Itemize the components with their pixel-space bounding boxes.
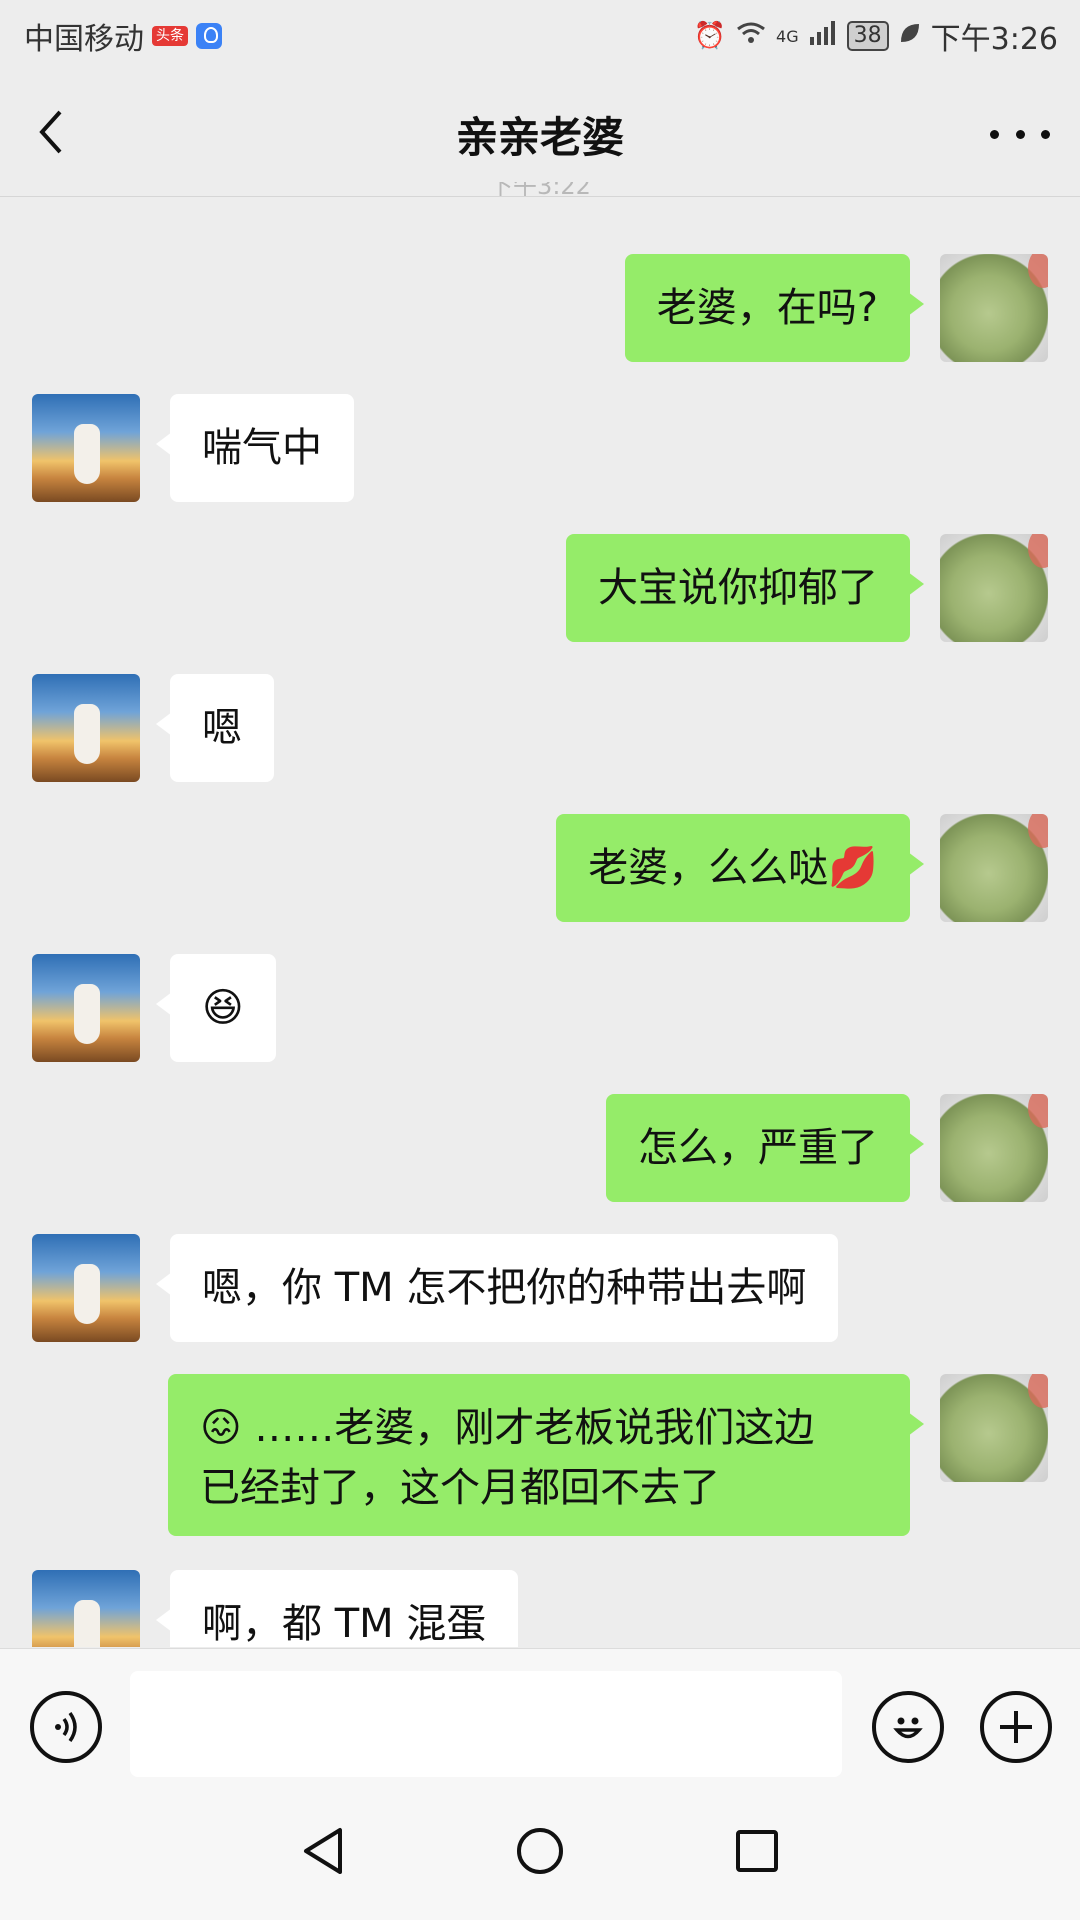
smiley-icon (893, 1717, 923, 1739)
toutiao-badge: 头条 (152, 26, 188, 46)
chat-title: 亲亲老婆 (455, 113, 624, 162)
voice-icon (55, 1711, 77, 1743)
status-right: ⏰ 4G 38 下午3:26 (694, 14, 1058, 58)
system-navigation (0, 1780, 1080, 1920)
message-input[interactable] (130, 1671, 842, 1777)
contact-avatar[interactable] (32, 1570, 140, 1647)
network-type: 4G (776, 26, 799, 46)
message-bubble[interactable]: 啊，都 TM 混蛋 (155, 1570, 519, 1647)
emoji-button[interactable] (872, 1691, 944, 1763)
leaf-icon (899, 21, 921, 51)
signal-icon (809, 20, 837, 52)
chat-list[interactable]: 老婆，在吗? 喘气中 大宝说你抑郁了 嗯 老婆，么么哒💋 😆 怎么，严重了 嗯，… (0, 197, 1080, 1647)
message-bubble[interactable]: 大宝说你抑郁了 (566, 534, 924, 642)
status-time: 下午3:26 (930, 22, 1058, 57)
more-dot (1015, 129, 1025, 139)
message-bubble[interactable]: 怎么，严重了 (606, 1094, 924, 1202)
contact-avatar[interactable] (32, 674, 140, 782)
carrier-name: 中国移动 (24, 22, 144, 57)
chat-header: 亲亲老婆 (0, 66, 1080, 197)
battery-level: 38 (846, 21, 889, 51)
message-bubble[interactable]: 喘气中 (156, 394, 354, 502)
system-recents-button[interactable] (722, 1816, 792, 1886)
plus-icon (1000, 1711, 1032, 1743)
more-dot (1041, 129, 1050, 139)
my-avatar[interactable] (940, 1094, 1048, 1202)
more-button[interactable] (990, 114, 1050, 154)
contact-avatar[interactable] (32, 394, 140, 502)
partial-timestamp: 下午3:22 (489, 182, 591, 196)
status-left: 中国移动 头条 (24, 14, 222, 58)
contact-avatar[interactable] (32, 954, 140, 1062)
system-back-button[interactable] (290, 1816, 360, 1886)
square-recents-icon (736, 1830, 778, 1872)
wifi-icon (736, 21, 766, 52)
message-bubble[interactable]: 😆 (156, 954, 276, 1062)
bulb-app-icon (196, 23, 222, 49)
my-avatar[interactable] (940, 814, 1048, 922)
input-bar (0, 1648, 1080, 1781)
contact-avatar[interactable] (32, 1234, 140, 1342)
voice-button[interactable] (30, 1691, 102, 1763)
alarm-icon: ⏰ (693, 21, 727, 51)
circle-home-icon (517, 1828, 563, 1874)
triangle-back-icon (304, 1828, 342, 1874)
status-bar: 中国移动 头条 ⏰ 4G 38 下午3:26 (0, 0, 1080, 66)
my-avatar[interactable] (940, 534, 1048, 642)
more-functions-button[interactable] (980, 1691, 1052, 1763)
message-bubble[interactable]: 老婆，在吗? (624, 254, 925, 362)
message-bubble[interactable]: 老婆，么么哒💋 (556, 814, 924, 922)
my-avatar[interactable] (940, 1374, 1048, 1482)
message-bubble[interactable]: 嗯 (156, 674, 274, 782)
my-avatar[interactable] (940, 254, 1048, 362)
system-home-button[interactable] (505, 1816, 575, 1886)
message-bubble[interactable]: 嗯，你 TM 怎不把你的种带出去啊 (155, 1234, 839, 1342)
message-bubble[interactable]: 😖 ……老婆，刚才老板说我们这边 已经封了，这个月都回不去了 (168, 1374, 924, 1536)
more-dot (990, 129, 999, 139)
